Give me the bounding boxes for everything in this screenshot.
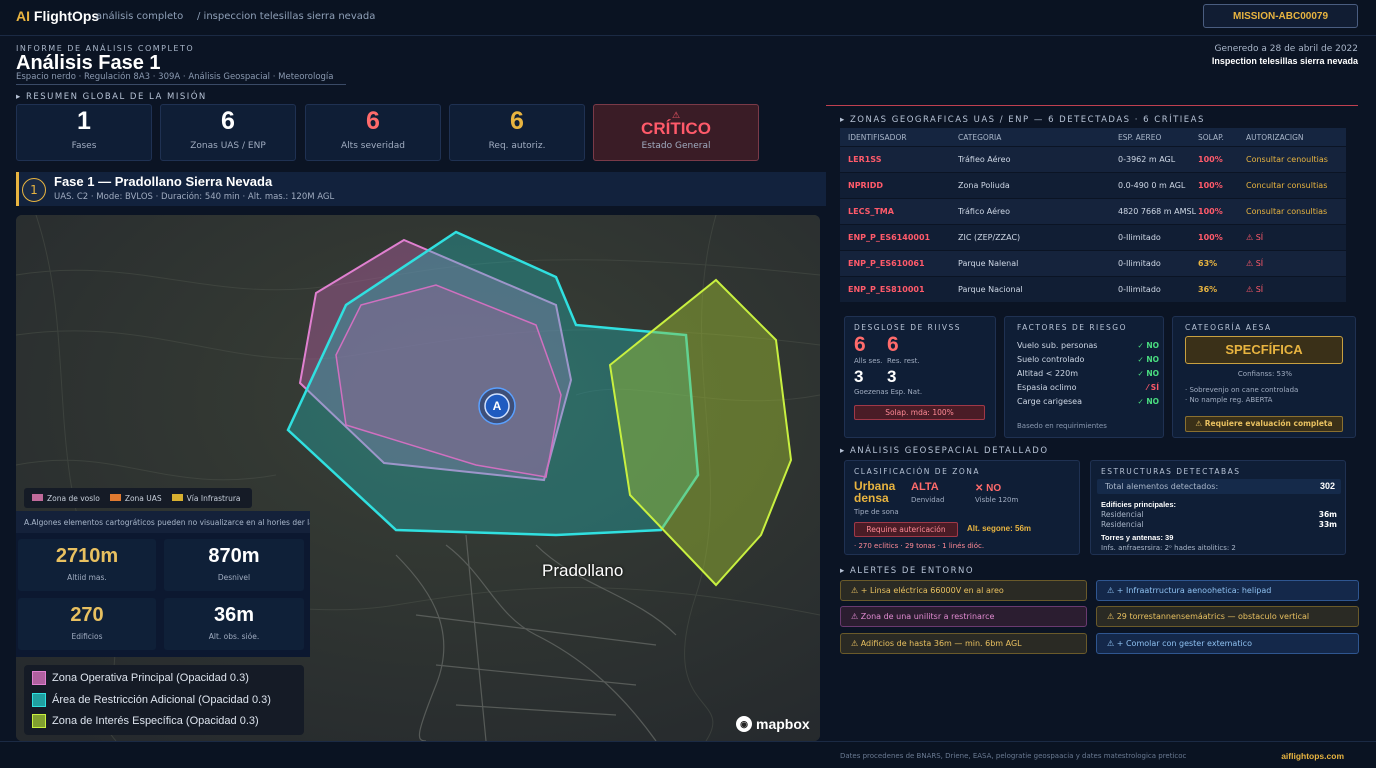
alert-item[interactable]: ⚠ + Linsa eléctrica 66000V en al areo [840, 580, 1087, 601]
risk-breakdown-card: DESGLOSE DE RIIVSS 6 Alls ses. 6 Res. re… [844, 316, 996, 438]
breadcrumb[interactable]: / inspeccion telesillas sierra nevada [197, 11, 375, 22]
risk-factors-card: FACTORES DE RIESGO Vuelo sub. personas ✓ … [1004, 316, 1164, 438]
kpi-value: 6 [510, 107, 524, 135]
detected-structures-card: ESTRUCTURAS DETECTABAS Total alementos d… [1090, 460, 1346, 555]
risk-factor: Altitad < 220m ✓ NO [1017, 369, 1159, 378]
generated-date: Generedo a 28 de abril de 2022 [1214, 44, 1358, 54]
table-row[interactable]: LER1SS Tráfieo Aéreo 0-3962 m AGL 100% Consu… [840, 147, 1346, 173]
right-panel-divider [826, 105, 1358, 106]
report-subtitle: Espacio nerdo · Regulación 8A3 · 309A · … [16, 72, 346, 85]
kpi-label: Fases [71, 141, 97, 151]
map-warning: A.Algones elementos cartográticos pueden… [16, 511, 310, 533]
full-evaluation-button[interactable]: ⚠ Requiere evaluación completa [1185, 416, 1343, 432]
zones-table: IDENTIFISADOR CATEGORIA ESP. AEREO SOLAP. AU… [840, 128, 1346, 303]
footer-source: Dates procedenes de BNARS, Driene, EASA,… [840, 752, 1187, 760]
phase-title: Fase 1 — Pradollano Sierra Nevada [54, 174, 273, 189]
table-row[interactable]: LECS_TMA Tráfico Aéreo 4820 7668 m AMSL 100… [840, 199, 1346, 225]
zone-classification-card: CLASIFICACIÓN DE ZONA Urbana densa Tipe … [844, 460, 1080, 555]
map-view[interactable]: A Pradollano Zona de voslo Zona UAS Vía … [16, 215, 820, 741]
app-subtitle: análisis completo [96, 11, 184, 22]
alert-item[interactable]: ⚠ Zona de una unilitsr a restrinarce [840, 606, 1087, 627]
alert-item[interactable]: ⚠ Adificios de hasta 36m — min. 6bm AGL [840, 633, 1087, 654]
stat-obstacle-height: 36m Alt. obs. sióe. [164, 598, 304, 650]
map-legend-top: Zona de voslo Zona UAS Vía Infrastrura [24, 488, 252, 508]
map-canvas [16, 215, 820, 741]
legend-item: Zona UAS [109, 493, 162, 503]
legend-item: Vía Infrastrura [171, 493, 241, 503]
kpi-card-phases: 1 Fases [16, 104, 152, 161]
zone-type: Urbana densa [854, 479, 896, 505]
table-row[interactable]: ENP_P_ES610061 Parque Nalenal 0-Ilimitado 6… [840, 251, 1346, 277]
kpi-label: Alts severidad [341, 141, 405, 151]
alert-item[interactable]: ⚠ + Comolar con gester extematico [1096, 633, 1359, 654]
footer-brand-link[interactable]: aiflightops.com [1281, 751, 1344, 761]
alerts-heading: ▸ ALERTES DE ENTORNO [840, 566, 975, 576]
map-stats-panel: 2710m Altiid mas. 870m Desnivel 270 Edifici… [16, 533, 310, 657]
aesa-category-card: CATEOGRÍA AESA SPECFÍFICA Confianss: 53%… [1172, 316, 1356, 438]
table-row[interactable]: ENP_P_ES810001 Parque Nacional 0-Ilimitado… [840, 277, 1346, 303]
kpi-label: Zonas UAS / ENP [190, 141, 266, 151]
risk-factors-list: Vuelo sub. personas ✓ NO Suelo controlado… [1017, 339, 1159, 409]
stat-max-altitude: 2710m Altiid mas. [18, 539, 156, 591]
table-row[interactable]: ENP_P_ES6140001 ZIC (ZEP/ZZAC) 0-Ilimitado… [840, 225, 1346, 251]
kpi-card-auth: 6 Req. autoriz. [449, 104, 585, 161]
mapbox-icon: ◉ [736, 716, 752, 732]
map-legend-bottom: Zona Operativa Principal (Opacidad 0.3) … [24, 665, 304, 735]
stat-buildings: 270 Edificios [18, 598, 156, 650]
warning-icon: ⚠ [671, 111, 681, 121]
risk-factor: Carge carigesea ✓ NO [1017, 397, 1159, 406]
kpi-card-zones: 6 Zonas UAS / ENP [160, 104, 296, 161]
phase-meta: UAS. C2 · Mode: BVLOS · Duración: 540 mi… [54, 192, 335, 202]
total-structures: 302 [1319, 481, 1335, 491]
table-row[interactable]: NPRIDD Zona Poliuda 0.0-490 0 m AGL 100% Con… [840, 173, 1346, 199]
summary-heading: ▸ RESUMEN GLOBAL DE LA MISIÓN [16, 92, 207, 102]
risk-factor: Suelo controlado ✓ NO [1017, 355, 1159, 364]
geo-heading: ▸ ANÁLISIS GEOSEPACIAL DETALLADO [840, 446, 1049, 456]
project-name: Inspection telesillas sierra nevada [1211, 56, 1358, 66]
mission-marker[interactable]: A [477, 399, 517, 413]
stat-elevation-diff: 870m Desnivel [164, 539, 304, 591]
table-header: IDENTIFISADOR CATEGORIA ESP. AEREO SOLAP. AU… [840, 128, 1346, 147]
status-value: CRÍTICO [641, 119, 711, 138]
status-label: Estado General [641, 141, 711, 151]
legend-item: Zona de Interés Específica (Opacidad 0.3… [32, 714, 259, 728]
mapbox-attribution[interactable]: ◉ mapbox [736, 716, 810, 732]
kpi-card-severity: 6 Alts severidad [305, 104, 441, 161]
alert-item[interactable]: ⚠ + Infraatrructura aenoohetica: helipad [1096, 580, 1359, 601]
risk-factor: Espasia oclimo ⁄ SÍ [1017, 383, 1159, 392]
aesa-category-badge: SPECFÍFICA [1185, 336, 1343, 364]
require-authorization-button[interactable]: Requine autericación [854, 522, 958, 537]
phase-number: 1 [22, 178, 46, 202]
map-town-label: Pradollano [542, 561, 624, 580]
alert-item[interactable]: ⚠ 29 torrestannensemáatrics — obstaculo … [1096, 606, 1359, 627]
app-logo[interactable]: AI FlightOps [16, 8, 99, 24]
kpi-card-status: ⚠ CRÍTICO Estado General [593, 104, 759, 161]
legend-item: Zona de voslo [32, 493, 100, 503]
kpi-value: 1 [77, 107, 91, 135]
risk-factor: Vuelo sub. personas ✓ NO [1017, 341, 1159, 350]
kpi-value: 6 [366, 107, 380, 135]
legend-item: Área de Restricción Adicional (Opacidad … [32, 693, 271, 707]
overlap-badge: Solap. mda: 100% [854, 405, 985, 420]
legend-item: Zona Operativa Principal (Opacidad 0.3) [32, 671, 249, 685]
kpi-value: 6 [221, 107, 235, 135]
mission-id-badge[interactable]: MISSION-ABC00079 [1203, 4, 1358, 28]
kpi-label: Req. autoriz. [488, 141, 546, 151]
zones-heading: ▸ ZONAS GEOGRAFICAS UAS / ENP — 6 DETECT… [840, 115, 1205, 125]
